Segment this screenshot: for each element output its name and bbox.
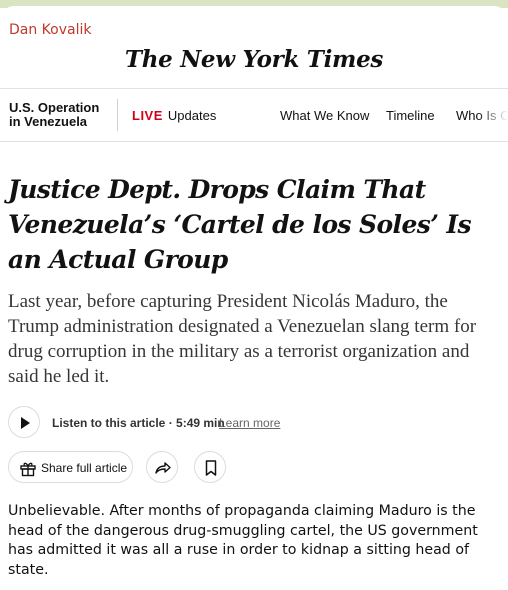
section-title-line1: U.S. Operation (9, 100, 100, 115)
article-headline: Justice Dept. Drops Claim That Venezuela… (8, 175, 472, 274)
share-arrow-icon (155, 462, 171, 474)
nav-link-timeline[interactable]: Timeline (386, 108, 435, 123)
nav-fade-overlay (478, 90, 508, 140)
nav-link-what-we-know[interactable]: What We Know (280, 108, 369, 123)
nav-divider (117, 99, 118, 131)
live-updates-label: Updates (167, 108, 217, 123)
listen-label: Listen to this article · 5:49 min (52, 416, 225, 430)
live-badge: LIVE (132, 108, 163, 123)
share-full-article-label: Share full article (41, 461, 128, 475)
nyt-masthead[interactable]: The New York Times (0, 46, 508, 73)
save-bookmark-button[interactable] (194, 451, 226, 483)
gift-icon (20, 462, 36, 477)
live-updates-link[interactable]: LIVE Updates (132, 108, 216, 123)
section-nav-bar: U.S. Operation in Venezuela LIVE Updates … (0, 88, 508, 142)
message-comment: Unbelievable. After months of propaganda… (8, 503, 478, 578)
article-summary: Last year, before capturing President Ni… (8, 291, 477, 387)
share-button[interactable] (146, 451, 178, 483)
share-full-article-button[interactable]: Share full article (8, 451, 133, 483)
learn-more-link[interactable]: Learn more (219, 416, 280, 430)
play-icon (21, 417, 30, 429)
section-title-line2: in Venezuela (9, 114, 88, 129)
play-button[interactable] (8, 406, 40, 438)
section-title[interactable]: U.S. Operation in Venezuela (9, 101, 99, 129)
bookmark-icon (205, 460, 217, 476)
sender-name[interactable]: Dan Kovalik (9, 22, 91, 38)
